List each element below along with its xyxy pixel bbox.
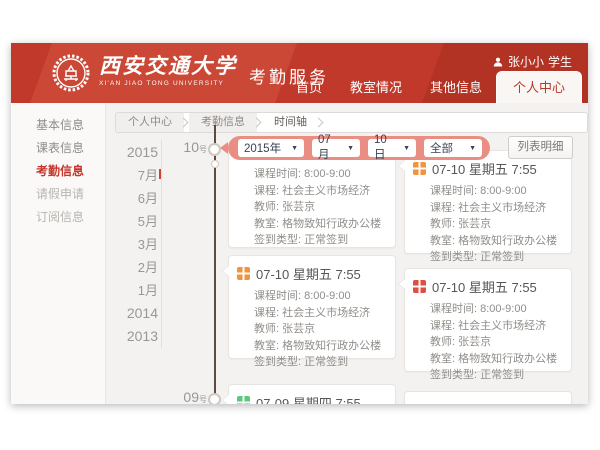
card-field: 签到类型: 正常签到 xyxy=(254,354,387,371)
app-header: 西安交通大学 XI'AN JIAO TONG UNIVERSITY 考勤服务 张… xyxy=(11,43,588,103)
period-january[interactable]: 1月 xyxy=(69,279,158,302)
timeline-dot-secondary[interactable] xyxy=(211,160,219,168)
card-field: 教师: 张芸京 xyxy=(430,216,563,233)
chevron-down-icon: ▼ xyxy=(347,145,354,152)
card-date: 07-09 星期四 7:55 xyxy=(256,393,361,404)
attendance-card-partial[interactable] xyxy=(404,391,572,404)
selected-period-tick xyxy=(159,169,161,179)
card-field: 课程: 社会主义市场经济 xyxy=(254,183,387,200)
card-field: 课程: 社会主义市场经济 xyxy=(430,200,563,217)
nav-item-personal-center[interactable]: 个人中心 xyxy=(496,71,582,103)
content-area: 基本信息 课表信息 考勤信息 请假申请 订阅信息 个人中心 考勤信息 时间轴 2… xyxy=(11,103,588,404)
period-march[interactable]: 3月 xyxy=(69,233,158,256)
status-stamp-icon xyxy=(413,280,426,293)
nav-item-other-info[interactable]: 其他信息 xyxy=(416,71,496,103)
university-title-block: 西安交通大学 XI'AN JIAO TONG UNIVERSITY xyxy=(99,54,237,87)
year-dropdown[interactable]: 2015年 ▼ xyxy=(238,139,304,157)
person-icon xyxy=(492,56,504,68)
period-may[interactable]: 5月 xyxy=(69,210,158,233)
period-july[interactable]: 7月 xyxy=(69,164,158,187)
nav-item-classrooms[interactable]: 教室情况 xyxy=(336,71,416,103)
card-field: 签到类型: 正常签到 xyxy=(430,249,563,266)
card-field: 签到类型: 正常签到 xyxy=(254,232,387,249)
sidebar-item-basic-info[interactable]: 基本信息 xyxy=(11,114,105,137)
card-field: 课程时间: 8:00-9:00 xyxy=(430,301,563,318)
card-field: 教室: 格物致知行政办公楼 xyxy=(430,233,563,250)
day-dropdown[interactable]: 10日 ▼ xyxy=(368,139,416,157)
list-detail-button[interactable]: 列表明细 xyxy=(508,136,573,159)
status-stamp-icon xyxy=(413,162,426,175)
period-february[interactable]: 2月 xyxy=(69,256,158,279)
card-header: 07-09 星期四 7:55 xyxy=(229,385,395,404)
card-field: 课程时间: 8:00-9:00 xyxy=(254,288,387,305)
day-marker-10[interactable]: 10号 xyxy=(161,139,207,157)
university-logo-icon xyxy=(51,53,91,93)
period-2015[interactable]: 2015 xyxy=(69,141,158,164)
card-date: 07-10 星期五 7:55 xyxy=(432,277,537,296)
period-june[interactable]: 6月 xyxy=(69,187,158,210)
type-dropdown[interactable]: 全部 ▼ xyxy=(424,139,482,157)
card-header: 07-10 星期五 7:55 xyxy=(229,256,395,286)
card-field: 签到类型: 正常签到 xyxy=(430,367,563,384)
card-field: 教师: 张芸京 xyxy=(254,199,387,216)
period-2013[interactable]: 2013 xyxy=(69,325,158,348)
attendance-card[interactable]: 07-10 星期五 7:55 课程时间: 8:00-9:00 课程: 社会主义市… xyxy=(228,255,396,359)
card-field: 课程时间: 8:00-9:00 xyxy=(254,166,387,183)
main-nav: 首页 教室情况 其他信息 个人中心 xyxy=(282,71,582,103)
chevron-down-icon: ▼ xyxy=(403,145,410,152)
university-name-en: XI'AN JIAO TONG UNIVERSITY xyxy=(99,80,237,87)
card-field: 教师: 张芸京 xyxy=(254,321,387,338)
breadcrumb-attendance[interactable]: 考勤信息 xyxy=(189,113,257,132)
month-dropdown[interactable]: 07月 ▼ xyxy=(312,139,360,157)
timeline-dot-day09[interactable] xyxy=(208,393,221,404)
user-role: 学生 xyxy=(548,53,572,70)
card-date: 07-10 星期五 7:55 xyxy=(432,159,537,178)
chevron-down-icon: ▼ xyxy=(291,145,298,152)
attendance-card[interactable]: 07-10 星期五 7:55 课程时间: 8:00-9:00 课程: 社会主义市… xyxy=(404,150,572,254)
app-window: 西安交通大学 XI'AN JIAO TONG UNIVERSITY 考勤服务 张… xyxy=(11,43,588,404)
card-field: 教室: 格物致知行政办公楼 xyxy=(254,338,387,355)
card-date: 07-10 星期五 7:55 xyxy=(256,264,361,283)
status-stamp-icon xyxy=(237,267,250,280)
card-field: 教师: 张芸京 xyxy=(430,334,563,351)
period-list: 2015 7月 6月 5月 3月 2月 1月 2014 2013 xyxy=(69,141,158,348)
attendance-card[interactable]: 07-09 星期四 7:55 xyxy=(228,384,396,404)
user-name: 张小小 xyxy=(508,53,544,70)
day-marker-09[interactable]: 09号 xyxy=(161,389,207,404)
filter-bar: 2015年 ▼ 07月 ▼ 10日 ▼ 全部 ▼ xyxy=(228,136,490,160)
status-stamp-icon xyxy=(237,396,250,404)
user-info[interactable]: 张小小 学生 xyxy=(492,53,572,70)
card-field: 课程: 社会主义市场经济 xyxy=(254,305,387,322)
card-field: 教室: 格物致知行政办公楼 xyxy=(430,351,563,368)
card-field: 教室: 格物致知行政办公楼 xyxy=(254,216,387,233)
nav-item-home[interactable]: 首页 xyxy=(282,71,336,103)
card-field: 课程: 社会主义市场经济 xyxy=(430,318,563,335)
period-rail-line xyxy=(161,140,162,348)
chevron-down-icon: ▼ xyxy=(469,145,476,152)
card-header: 07-10 星期五 7:55 xyxy=(405,269,571,299)
attendance-card[interactable]: 07-10 星期五 7:55 课程时间: 8:00-9:00 课程: 社会主义市… xyxy=(404,268,572,372)
period-2014[interactable]: 2014 xyxy=(69,302,158,325)
breadcrumb: 个人中心 考勤信息 时间轴 xyxy=(115,112,588,133)
card-field: 课程时间: 8:00-9:00 xyxy=(430,183,563,200)
breadcrumb-timeline[interactable]: 时间轴 xyxy=(262,113,319,132)
breadcrumb-personal-center[interactable]: 个人中心 xyxy=(116,113,184,132)
university-name-cn: 西安交通大学 xyxy=(99,54,237,78)
